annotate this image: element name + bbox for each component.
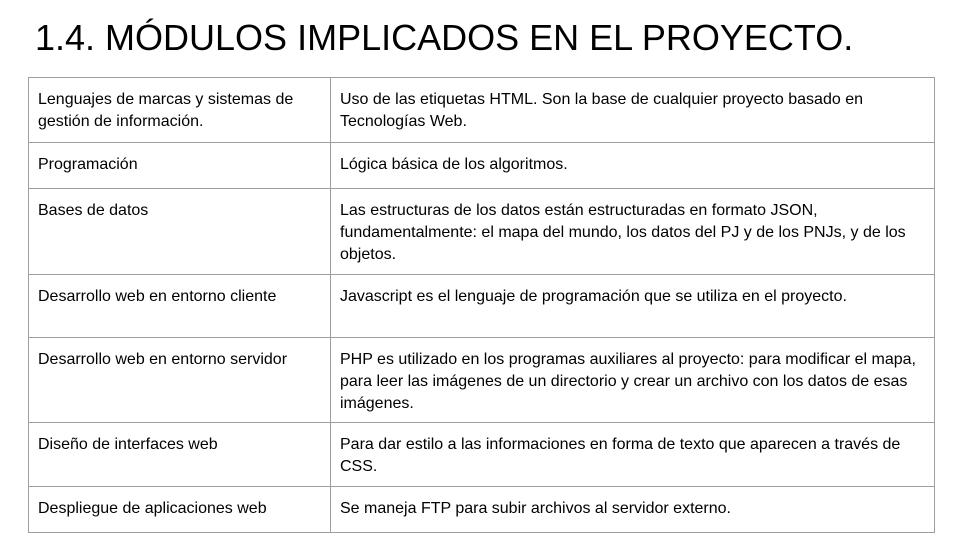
module-name-cell: Programación — [28, 142, 331, 189]
module-name-cell: Lenguajes de marcas y sistemas de gestió… — [28, 77, 331, 143]
module-description-cell: Para dar estilo a las informaciones en f… — [330, 422, 935, 487]
module-name-cell: Desarrollo web en entorno servidor — [28, 337, 331, 423]
module-name-cell: Diseño de interfaces web — [28, 422, 331, 487]
module-description-cell: Javascript es el lenguaje de programació… — [330, 274, 935, 338]
module-name-cell: Bases de datos — [28, 188, 331, 275]
module-description-cell: Lógica básica de los algoritmos. — [330, 142, 935, 189]
table-row: Desarrollo web en entorno cliente Javasc… — [28, 274, 935, 338]
modules-table: Lenguajes de marcas y sistemas de gestió… — [28, 77, 935, 533]
module-name-cell: Despliegue de aplicaciones web — [28, 486, 331, 533]
table-row: Despliegue de aplicaciones web Se maneja… — [28, 486, 935, 533]
module-description-cell: Las estructuras de los datos están estru… — [330, 188, 935, 275]
module-description-cell: Se maneja FTP para subir archivos al ser… — [330, 486, 935, 533]
module-description-cell: Uso de las etiquetas HTML. Son la base d… — [330, 77, 935, 143]
slide-title: 1.4. MÓDULOS IMPLICADOS EN EL PROYECTO. — [35, 17, 854, 58]
table-row: Bases de datos Las estructuras de los da… — [28, 188, 935, 275]
table-row: Desarrollo web en entorno servidor PHP e… — [28, 337, 935, 423]
module-name-cell: Desarrollo web en entorno cliente — [28, 274, 331, 338]
module-description-cell: PHP es utilizado en los programas auxili… — [330, 337, 935, 423]
table-row: Programación Lógica básica de los algori… — [28, 142, 935, 189]
table-row: Lenguajes de marcas y sistemas de gestió… — [28, 77, 935, 143]
table-row: Diseño de interfaces web Para dar estilo… — [28, 422, 935, 487]
